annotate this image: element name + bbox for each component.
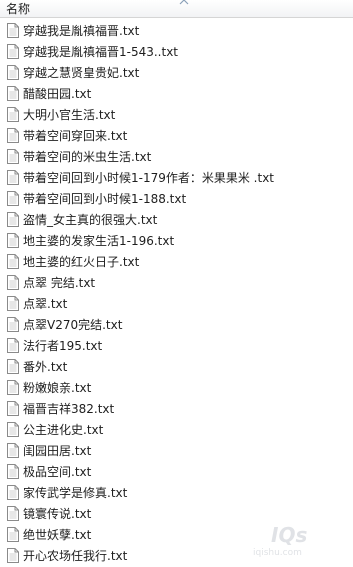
file-row[interactable]: 极品空间.txt [0, 462, 353, 483]
file-row[interactable]: 点翠.txt [0, 294, 353, 315]
text-file-icon [7, 506, 19, 521]
file-name: 点翠.txt [23, 297, 68, 311]
file-row[interactable]: 点翠V270完结.txt [0, 315, 353, 336]
file-row[interactable]: 家传武学是修真.txt [0, 483, 353, 504]
file-name: 带着空间穿回来.txt [23, 129, 128, 143]
text-file-icon [7, 128, 19, 143]
file-row[interactable]: 穿越之慧贤皇贵妃.txt [0, 63, 353, 84]
file-name: 镜寰传说.txt [23, 507, 92, 521]
file-name: 带着空间回到小时候1-179作者：米果果米 .txt [23, 171, 275, 185]
file-row[interactable]: 盗情_女主真的很强大.txt [0, 210, 353, 231]
text-file-icon [7, 86, 19, 101]
text-file-icon [7, 338, 19, 353]
file-name: 极品空间.txt [23, 465, 92, 479]
file-name: 开心农场任我行.txt [23, 549, 128, 563]
column-header: 名称 [0, 0, 353, 18]
svg-text:IQs: IQs [271, 523, 307, 547]
file-row[interactable]: 番外.txt [0, 357, 353, 378]
text-file-icon [7, 317, 19, 332]
text-file-icon [7, 359, 19, 374]
text-file-icon [7, 296, 19, 311]
file-name: 公主进化史.txt [23, 423, 104, 437]
file-name: 盗情_女主真的很强大.txt [23, 213, 158, 227]
file-name: 带着空间回到小时候1-188.txt [23, 192, 187, 206]
text-file-icon [7, 65, 19, 80]
file-name: 福晋吉祥382.txt [23, 402, 115, 416]
file-name: 穿越我是胤禛福晋.txt [23, 24, 140, 38]
file-row[interactable]: 地主婆的发家生活1-196.txt [0, 231, 353, 252]
file-row[interactable]: 福晋吉祥382.txt [0, 399, 353, 420]
file-row[interactable]: 地主婆的红火日子.txt [0, 252, 353, 273]
text-file-icon [7, 254, 19, 269]
file-row[interactable]: 带着空间回到小时候1-188.txt [0, 189, 353, 210]
text-file-icon [7, 233, 19, 248]
file-row[interactable]: 穿越我是胤禛福晋.txt [0, 21, 353, 42]
svg-text:iqishu.com: iqishu.com [253, 548, 302, 558]
file-row[interactable]: 法行者195.txt [0, 336, 353, 357]
file-row[interactable]: 带着空间回到小时候1-179作者：米果果米 .txt [0, 168, 353, 189]
file-row[interactable]: 带着空间的米虫生活.txt [0, 147, 353, 168]
file-name: 粉嫩娘亲.txt [23, 381, 92, 395]
text-file-icon [7, 443, 19, 458]
file-name: 大明小官生活.txt [23, 108, 116, 122]
text-file-icon [7, 170, 19, 185]
file-name: 带着空间的米虫生活.txt [23, 150, 152, 164]
file-row[interactable]: 醋酸田园.txt [0, 84, 353, 105]
sort-ascending-icon[interactable] [179, 0, 189, 6]
file-row[interactable]: 点翠 完结.txt [0, 273, 353, 294]
name-column-header[interactable]: 名称 [6, 2, 30, 16]
text-file-icon [7, 380, 19, 395]
file-row[interactable]: 闺园田居.txt [0, 441, 353, 462]
text-file-icon [7, 548, 19, 563]
file-name: 点翠 完结.txt [23, 276, 96, 290]
text-file-icon [7, 401, 19, 416]
file-row[interactable]: 带着空间穿回来.txt [0, 126, 353, 147]
file-name: 穿越之慧贤皇贵妃.txt [23, 66, 140, 80]
file-row[interactable]: 粉嫩娘亲.txt [0, 378, 353, 399]
file-row[interactable]: 公主进化史.txt [0, 420, 353, 441]
file-list: 穿越我是胤禛福晋.txt 穿越我是胤禛福晋1-543..txt 穿越之慧贤皇贵妃.t… [0, 21, 353, 567]
text-file-icon [7, 191, 19, 206]
file-name: 闺园田居.txt [23, 444, 92, 458]
text-file-icon [7, 107, 19, 122]
file-row[interactable]: 大明小官生活.txt [0, 105, 353, 126]
text-file-icon [7, 149, 19, 164]
file-name: 地主婆的红火日子.txt [23, 255, 140, 269]
text-file-icon [7, 485, 19, 500]
file-name: 家传武学是修真.txt [23, 486, 128, 500]
file-name: 醋酸田园.txt [23, 87, 92, 101]
file-name: 番外.txt [23, 360, 68, 374]
text-file-icon [7, 44, 19, 59]
file-name: 绝世妖孽.txt [23, 528, 92, 542]
text-file-icon [7, 212, 19, 227]
text-file-icon [7, 23, 19, 38]
text-file-icon [7, 527, 19, 542]
file-name: 点翠V270完结.txt [23, 318, 123, 332]
file-name: 穿越我是胤禛福晋1-543..txt [23, 45, 179, 59]
text-file-icon [7, 275, 19, 290]
watermark-logo: IQs iqishu.com [253, 523, 307, 558]
file-row[interactable]: 穿越我是胤禛福晋1-543..txt [0, 42, 353, 63]
file-name: 法行者195.txt [23, 339, 103, 353]
text-file-icon [7, 422, 19, 437]
text-file-icon [7, 464, 19, 479]
file-name: 地主婆的发家生活1-196.txt [23, 234, 175, 248]
